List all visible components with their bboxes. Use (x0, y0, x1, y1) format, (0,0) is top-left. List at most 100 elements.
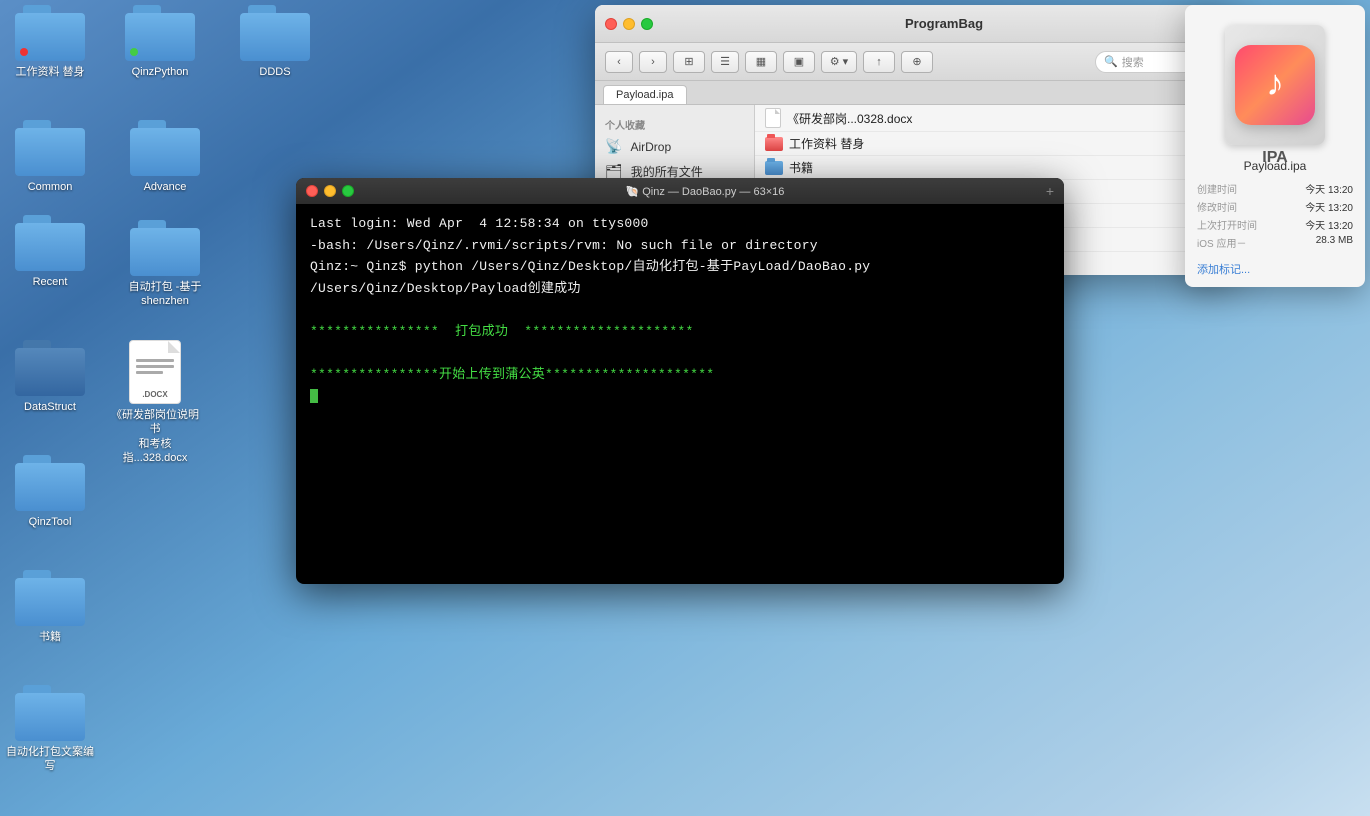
list-item[interactable]: 《研发部岗...0328.docx (755, 105, 1235, 132)
desktop-icon-datastruct[interactable]: DataStruct (5, 340, 95, 414)
ipa-opened-row: 上次打开时间 今天 13:20 (1197, 217, 1353, 232)
terminal-cursor-line (310, 386, 1050, 406)
terminal-cursor (310, 389, 318, 403)
back-button[interactable]: ‹ (605, 51, 633, 73)
ipa-type-row: 创建时间 今天 13:20 (1197, 181, 1353, 196)
desktop-icon-label: 自动打包 -基于shenzhen (129, 280, 202, 309)
ipa-meta: 创建时间 今天 13:20 修改时间 今天 13:20 上次打开时间 今天 13… (1185, 177, 1365, 257)
folder-icon-books (15, 570, 85, 626)
ipa-add-tag-button[interactable]: 添加标记... (1185, 261, 1365, 277)
folder-icon (765, 161, 783, 175)
desktop-icon-books[interactable]: 书籍 (5, 570, 95, 644)
desktop-icon-qinztool[interactable]: QinzTool (5, 455, 95, 529)
terminal-new-tab-button[interactable]: + (1046, 183, 1054, 199)
sidebar-item-label: AirDrop (630, 140, 671, 154)
file-name: 工作资料 替身 (789, 135, 864, 152)
view-icon-button[interactable]: ⊞ (673, 51, 705, 73)
terminal-line: Last login: Wed Apr 4 12:58:34 on ttys00… (310, 214, 1050, 234)
terminal-upload-line: ****************开始上传到蒲公英****************… (310, 365, 1050, 385)
desktop-icon-common[interactable]: Common (5, 120, 95, 194)
terminal-tab: 🐚 Qinz — DaoBao.py — 63×16 (370, 185, 1040, 198)
desktop-icon-advance[interactable]: Advance (120, 120, 210, 194)
action-button[interactable]: ⚙ ▾ (821, 51, 857, 73)
sidebar-section-label: 个人收藏 (595, 113, 754, 134)
desktop-icon-label: DDDS (259, 65, 290, 79)
file-name: 书籍 (789, 159, 813, 176)
desktop-icon-label: Advance (144, 180, 187, 194)
ipa-modified-value: 今天 13:20 (1305, 199, 1353, 214)
ipa-icon-background: ♪ (1225, 25, 1325, 145)
terminal-line (310, 300, 1050, 320)
tag-button[interactable]: ⊕ (901, 51, 933, 73)
desktop-icon-qinzpython[interactable]: QinzPython (115, 5, 205, 79)
ipa-modified-row: 修改时间 今天 13:20 (1197, 199, 1353, 214)
search-icon: 🔍 (1104, 55, 1118, 68)
terminal-line: -bash: /Users/Qinz/.rvmi/scripts/rvm: No… (310, 236, 1050, 256)
terminal-success-line: **************** 打包成功 ******************… (310, 322, 1050, 342)
desktop-icon-docx[interactable]: .DOCX 《研发部岗位说明书和考核指...328.docx (110, 340, 200, 465)
sidebar-item-airdrop[interactable]: 📡 AirDrop (595, 134, 754, 159)
terminal-minimize-button[interactable] (324, 185, 336, 197)
music-app-icon: ♪ (1235, 45, 1315, 125)
ipa-opened-value: 今天 13:20 (1305, 217, 1353, 232)
close-button[interactable] (605, 18, 617, 30)
folder-icon-recent (15, 215, 85, 271)
finder-toolbar: ‹ › ⊞ ☰ ▦ ▣ ⚙ ▾ ↑ ⊕ 🔍 搜索 (595, 43, 1235, 81)
desktop-icon-label: QinzPython (132, 65, 189, 79)
minimize-button[interactable] (623, 18, 635, 30)
folder-icon-common (15, 120, 85, 176)
desktop-icon-recent[interactable]: Recent (5, 215, 95, 289)
share-button[interactable]: ↑ (863, 51, 895, 73)
terminal-window: 🐚 Qinz — DaoBao.py — 63×16 + Last login:… (296, 178, 1064, 584)
desktop-icon-label: 工作资料 替身 (15, 65, 84, 79)
terminal-tab-icon: 🐚 (625, 186, 642, 198)
desktop-icon-label: DataStruct (24, 400, 76, 414)
forward-button[interactable]: › (639, 51, 667, 73)
ipa-preview-panel: ♪ IPA Payload.ipa 创建时间 今天 13:20 修改时间 今天 … (1185, 5, 1365, 287)
music-note-icon: ♪ (1266, 62, 1284, 104)
fullscreen-button[interactable] (641, 18, 653, 30)
ipa-icon: ♪ IPA (1225, 25, 1325, 145)
desktop-icon-ddds[interactable]: DDDS (230, 5, 320, 79)
folder-icon-advance (130, 120, 200, 176)
ipa-size-label: iOS 应用－ (1197, 235, 1246, 250)
folder-icon-ddds (240, 5, 310, 61)
folder-icon-work (15, 5, 85, 61)
terminal-line (310, 343, 1050, 363)
terminal-tab-label: Qinz — DaoBao.py — 63×16 (642, 186, 784, 198)
terminal-line: /Users/Qinz/Desktop/Payload创建成功 (310, 279, 1050, 299)
ipa-type-label: 创建时间 (1197, 181, 1237, 196)
terminal-close-button[interactable] (306, 185, 318, 197)
desktop-icon-work[interactable]: 工作资料 替身 (5, 5, 95, 79)
terminal-fullscreen-button[interactable] (342, 185, 354, 197)
traffic-lights (605, 18, 653, 30)
folder-icon-datastruct (15, 340, 85, 396)
folder-icon-qinzpython (125, 5, 195, 61)
ipa-badge: IPA (1225, 149, 1325, 167)
file-name: 《研发部岗...0328.docx (787, 110, 912, 127)
list-item[interactable]: 工作资料 替身 › (755, 132, 1235, 156)
folder-icon-red (765, 137, 783, 151)
ipa-modified-label: 修改时间 (1197, 199, 1237, 214)
list-item[interactable]: 书籍 › (755, 156, 1235, 180)
folder-icon-autopkg-write (15, 685, 85, 741)
list-view-button[interactable]: ☰ (711, 51, 739, 73)
ipa-icon-area: ♪ IPA (1185, 5, 1365, 155)
ipa-size-row: iOS 应用－ 28.3 MB (1197, 235, 1353, 250)
ipa-size-value: 28.3 MB (1316, 235, 1353, 250)
terminal-line: Qinz:~ Qinz$ python /Users/Qinz/Desktop/… (310, 257, 1050, 277)
search-placeholder: 搜索 (1122, 54, 1144, 70)
terminal-traffic-lights (306, 185, 354, 197)
ipa-type-value: 今天 13:20 (1305, 181, 1353, 196)
folder-icon-autopkg (130, 220, 200, 276)
cover-flow-button[interactable]: ▣ (783, 51, 815, 73)
terminal-body[interactable]: Last login: Wed Apr 4 12:58:34 on ttys00… (296, 204, 1064, 584)
desktop-icon-autopkg-shenzhen[interactable]: 自动打包 -基于shenzhen (120, 220, 210, 309)
column-view-button[interactable]: ▦ (745, 51, 777, 73)
finder-tab-payload[interactable]: Payload.ipa (603, 85, 687, 104)
finder-titlebar: ProgramBag (595, 5, 1235, 43)
desktop-icon-label: 《研发部岗位说明书和考核指...328.docx (110, 408, 200, 465)
desktop-icon-autopkg-write[interactable]: 自动化打包文案编写 (5, 685, 95, 774)
ipa-opened-label: 上次打开时间 (1197, 217, 1257, 232)
desktop-icon-label: 书籍 (39, 630, 61, 644)
